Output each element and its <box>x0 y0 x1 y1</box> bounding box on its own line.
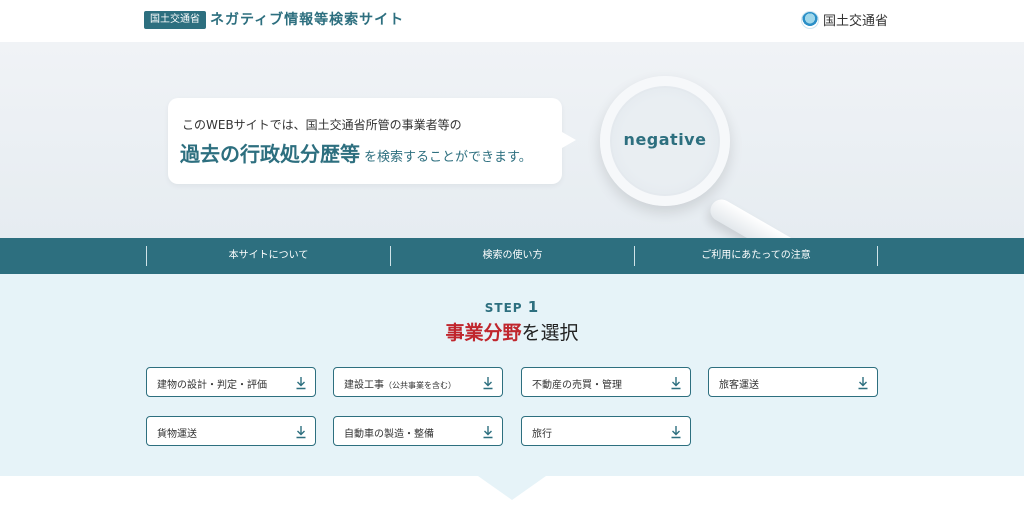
download-arrow-icon <box>858 377 868 390</box>
ministry-badge: 国土交通省 <box>144 11 206 29</box>
category-label: 自動車の製造・整備 <box>344 429 434 440</box>
download-arrow-icon <box>671 426 681 439</box>
step-title-rest: を選択 <box>521 322 579 344</box>
step-number: 1 <box>527 298 540 316</box>
category-label: 建物の設計・判定・評価 <box>157 380 267 391</box>
site-title[interactable]: ネガティブ情報等検索サイト <box>210 9 404 29</box>
category-label: 旅行 <box>532 429 552 440</box>
category-automobile[interactable]: 自動車の製造・整備 <box>333 416 503 446</box>
down-arrow-icon <box>478 476 546 500</box>
step-title-accent: 事業分野 <box>445 322 522 344</box>
category-label: 不動産の売買・管理 <box>532 380 622 391</box>
ministry-name: 国土交通省 <box>823 14 889 29</box>
step-title: 事業分野を選択 <box>0 318 1024 345</box>
ministry-logo[interactable]: 国土交通省 <box>801 10 888 29</box>
step-1-section: STEP 1 事業分野を選択 建物の設計・判定・評価 建設工事（公共事業を含む）… <box>0 274 1024 476</box>
nav-about[interactable]: 本サイトについて <box>146 246 390 266</box>
intro-rest: を検索することができます。 <box>364 150 532 165</box>
lens-word: negative <box>623 130 707 149</box>
ministry-emblem-icon <box>801 10 819 29</box>
step-word: STEP <box>484 301 523 315</box>
category-passenger-transport[interactable]: 旅客運送 <box>708 367 878 397</box>
category-label: 旅客運送 <box>719 380 759 391</box>
hero-banner: このWEBサイトでは、国土交通省所管の事業者等の 過去の行政処分歴等 を検索するこ… <box>0 42 1024 238</box>
download-arrow-icon <box>296 426 306 439</box>
category-label-main: 建設工事 <box>344 380 384 391</box>
category-label: 建設工事（公共事業を含む） <box>344 376 456 391</box>
download-arrow-icon <box>483 426 493 439</box>
category-real-estate[interactable]: 不動産の売買・管理 <box>521 367 691 397</box>
main-nav: 本サイトについて 検索の使い方 ご利用にあたっての注意 <box>0 238 1024 274</box>
intro-line-1: このWEBサイトでは、国土交通省所管の事業者等の <box>182 118 462 132</box>
download-arrow-icon <box>671 377 681 390</box>
intro-speech-bubble: このWEBサイトでは、国土交通省所管の事業者等の 過去の行政処分歴等 を検索するこ… <box>168 98 576 184</box>
category-label: 貨物運送 <box>157 429 197 440</box>
category-freight-transport[interactable]: 貨物運送 <box>146 416 316 446</box>
site-header: 国土交通省 ネガティブ情報等検索サイト 国土交通省 <box>0 0 1024 42</box>
magnifier-icon: negative <box>600 76 730 206</box>
category-construction[interactable]: 建設工事（公共事業を含む） <box>333 367 503 397</box>
intro-line-2: 過去の行政処分歴等 を検索することができます。 <box>180 138 532 167</box>
download-arrow-icon <box>483 377 493 390</box>
category-travel[interactable]: 旅行 <box>521 416 691 446</box>
category-label-sub: （公共事業を含む） <box>384 381 456 390</box>
nav-notes[interactable]: ご利用にあたっての注意 <box>634 246 878 266</box>
nav-how-to-search[interactable]: 検索の使い方 <box>390 246 634 266</box>
download-arrow-icon <box>296 377 306 390</box>
intro-emphasis: 過去の行政処分歴等 <box>180 142 360 166</box>
category-building-design[interactable]: 建物の設計・判定・評価 <box>146 367 316 397</box>
step-label: STEP 1 <box>0 298 1024 316</box>
